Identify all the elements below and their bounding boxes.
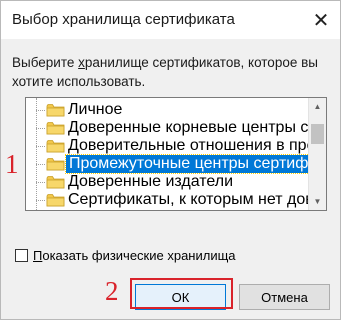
tree-branch-connector [36, 110, 45, 111]
cancel-button[interactable]: Отмена [239, 284, 330, 310]
scroll-down-arrow-icon[interactable]: ▼ [309, 193, 326, 210]
folder-icon [46, 104, 65, 117]
prompt-prefix: Выберите [12, 55, 79, 70]
title-bar: Выбор хранилища сертификата ✕ [1, 1, 340, 39]
show-physical-stores-checkbox[interactable] [15, 248, 28, 262]
show-physical-stores-checkbox-row[interactable]: Показать физические хранилища [15, 246, 236, 264]
store-item-selected[interactable]: Промежуточные центры сертификаци [65, 154, 326, 174]
scroll-up-arrow-icon[interactable]: ▲ [309, 98, 326, 115]
folder-icon [46, 176, 65, 189]
folder-icon [46, 122, 65, 135]
scroll-thumb[interactable] [311, 124, 324, 144]
store-tree-list[interactable]: Личное Доверенные корневые центры сертиф Д… [25, 97, 327, 211]
close-icon: ✕ [312, 9, 330, 32]
tree-branch-connector [36, 164, 45, 165]
prompt-access-key: х [78, 55, 85, 70]
folder-icon [46, 194, 65, 207]
checkbox-label-rest: оказать физические хранилища [42, 247, 236, 263]
annotation-step-1: 1 [5, 149, 19, 179]
show-physical-stores-label: Показать физические хранилища [33, 248, 236, 263]
annotation-step-2: 2 [105, 276, 119, 306]
tree-connector [36, 98, 37, 210]
tree-branch-connector [36, 146, 45, 147]
folder-icon [46, 140, 65, 153]
folder-icon [46, 158, 65, 171]
tree-branch-connector [36, 200, 45, 201]
store-item[interactable]: Доверительные отношения в предпри [68, 137, 326, 155]
store-item[interactable]: Доверенные издатели [68, 173, 233, 191]
store-item[interactable]: Сертификаты, к которым нет довери [68, 191, 326, 209]
close-button[interactable]: ✕ [306, 5, 336, 35]
certificate-store-dialog: Выбор хранилища сертификата ✕ Выберите х… [0, 0, 341, 320]
vertical-scrollbar[interactable]: ▲ ▼ [308, 98, 326, 210]
store-item[interactable]: Личное [68, 101, 122, 119]
checkbox-access-key: П [33, 247, 43, 263]
dialog-title: Выбор хранилища сертификата [12, 11, 235, 28]
store-item[interactable]: Доверенные корневые центры сертиф [68, 119, 326, 137]
prompt-text: Выберите хранилище сертификатов, которое… [12, 53, 332, 91]
tree-branch-connector [36, 182, 45, 183]
tree-branch-connector [36, 128, 45, 129]
ok-button[interactable]: ОК [135, 284, 226, 310]
